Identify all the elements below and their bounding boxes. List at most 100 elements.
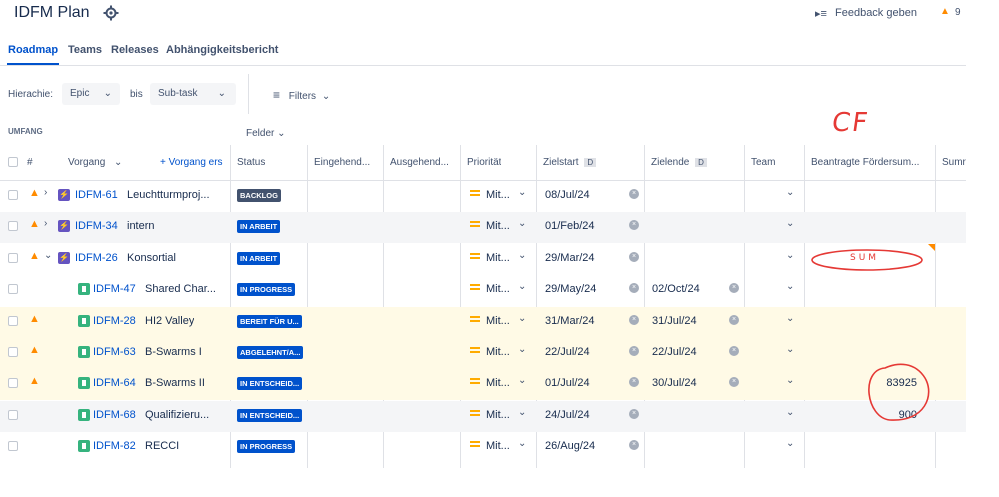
issue-summary[interactable]: B-Swarms I (145, 346, 202, 358)
issue-key[interactable]: IDFM-26 (75, 252, 118, 264)
table-row[interactable]: IDFM-47 Shared Char... IN PROGRESS Mit... ⌄ 2… (0, 275, 966, 306)
status-badge[interactable]: IN ARBEIT (237, 251, 281, 265)
priority-value[interactable]: Mit... (486, 346, 510, 358)
issue-key[interactable]: IDFM-47 (93, 283, 136, 295)
gear-icon[interactable] (103, 5, 119, 21)
priority-value[interactable]: Mit... (486, 283, 510, 295)
target-end-date[interactable]: 31/Jul/24 (652, 315, 697, 327)
col-target-start[interactable]: Zielstart D (543, 157, 597, 168)
chevron-down-icon[interactable]: ⌄ (786, 344, 794, 355)
col-target-end[interactable]: Zielende D (651, 157, 707, 168)
target-start-date[interactable]: 29/Mar/24 (545, 252, 595, 264)
tab-dependency-report[interactable]: Abhängigkeitsbericht (166, 44, 278, 56)
row-checkbox[interactable] (8, 190, 18, 200)
col-team[interactable]: Team (751, 157, 775, 168)
warning-count[interactable]: 9 (955, 7, 961, 18)
funding-value[interactable]: 900 (857, 409, 917, 421)
chevron-down-icon[interactable]: ⌄ (786, 313, 794, 324)
chevron-down-icon[interactable]: ⌄ (518, 313, 526, 324)
target-end-date[interactable]: 30/Jul/24 (652, 377, 697, 389)
priority-value[interactable]: Mit... (486, 315, 510, 327)
priority-value[interactable]: Mit... (486, 377, 510, 389)
chevron-down-icon[interactable]: ⌄ (518, 218, 526, 229)
table-row[interactable]: ▲ ⌄ ⚡ IDFM-26 Konsortial IN ARBEIT Mit... ⌄ 29/M… (0, 243, 966, 275)
target-start-date[interactable]: 29/May/24 (545, 283, 596, 295)
col-priority[interactable]: Priorität (467, 157, 501, 168)
status-badge[interactable]: IN ENTSCHEID... (237, 377, 303, 391)
chevron-down-icon[interactable]: ⌄ (518, 344, 526, 355)
chevron-down-icon[interactable]: ⌄ (786, 438, 794, 449)
chevron-down-icon[interactable]: ⌄ (786, 281, 794, 292)
issue-summary[interactable]: HI2 Valley (145, 315, 194, 327)
chevron-down-icon[interactable]: ⌄ (518, 438, 526, 449)
chevron-right-icon[interactable]: › (44, 187, 47, 198)
issue-key[interactable]: IDFM-63 (93, 346, 136, 358)
chevron-down-icon[interactable]: ⌄ (518, 187, 526, 198)
tab-roadmap[interactable]: Roadmap (8, 44, 58, 56)
clear-icon[interactable]: × (729, 314, 739, 325)
clear-icon[interactable]: × (729, 283, 739, 294)
clear-icon[interactable]: × (629, 314, 639, 325)
issue-summary[interactable]: Shared Char... (145, 283, 216, 295)
issue-summary[interactable]: RECCI (145, 440, 179, 452)
status-badge[interactable]: BEREIT FÜR U... (237, 314, 302, 328)
chevron-down-icon[interactable]: ⌄ (786, 218, 794, 229)
issue-key[interactable]: IDFM-28 (93, 315, 136, 327)
row-checkbox[interactable] (8, 347, 18, 357)
issue-key[interactable]: IDFM-82 (93, 440, 136, 452)
col-funding[interactable]: Beantragte Fördersum... (811, 157, 931, 168)
table-row[interactable]: ▲ IDFM-64 B-Swarms II IN ENTSCHEID... Mit...… (0, 369, 966, 401)
status-badge[interactable]: IN ARBEIT (237, 220, 281, 234)
issue-summary[interactable]: Konsortial (127, 252, 176, 264)
issue-summary[interactable]: B-Swarms II (145, 377, 205, 389)
row-checkbox[interactable] (8, 284, 18, 295)
row-checkbox[interactable] (8, 409, 18, 420)
priority-value[interactable]: Mit... (486, 440, 510, 452)
issue-summary[interactable]: intern (127, 220, 155, 232)
table-row[interactable]: ▲ › ⚡ IDFM-61 Leuchtturmproj... BACKLOG Mit...… (0, 181, 966, 212)
clear-icon[interactable]: × (629, 251, 639, 262)
funding-value[interactable]: 83925 (857, 377, 917, 389)
clear-icon[interactable]: × (629, 283, 639, 294)
chevron-down-icon[interactable]: ⌄ (518, 281, 526, 292)
chevron-down-icon[interactable]: ⌄ (786, 407, 794, 418)
tab-releases[interactable]: Releases (111, 44, 159, 56)
issue-key[interactable]: IDFM-68 (93, 409, 136, 421)
status-badge[interactable]: IN PROGRESS (237, 283, 296, 297)
filters-button[interactable]: ≡ Filters ⌄ (273, 88, 330, 114)
priority-value[interactable]: Mit... (486, 220, 510, 232)
status-badge[interactable]: BACKLOG (237, 189, 281, 202)
tab-teams[interactable]: Teams (68, 44, 102, 56)
status-badge[interactable]: ABGELEHNT/A... (237, 346, 304, 359)
status-badge[interactable]: IN PROGRESS (237, 440, 296, 454)
row-checkbox[interactable] (8, 252, 18, 263)
status-badge[interactable]: IN ENTSCHEID... (237, 408, 303, 422)
clear-icon[interactable]: × (629, 408, 639, 419)
create-issue-button[interactable]: + Vorgang ers (160, 157, 230, 168)
chevron-down-icon[interactable]: ⌄ (786, 250, 794, 261)
clear-icon[interactable]: × (629, 440, 639, 451)
col-outgoing[interactable]: Ausgehend... (390, 157, 456, 168)
priority-value[interactable]: Mit... (486, 252, 510, 264)
target-start-date[interactable]: 31/Mar/24 (545, 315, 595, 327)
chevron-down-icon[interactable]: ⌄ (518, 407, 526, 418)
table-row[interactable]: ▲ IDFM-28 HI2 Valley BEREIT FÜR U... Mit... ⌄… (0, 306, 966, 338)
chevron-down-icon[interactable]: ⌄ (786, 375, 794, 386)
target-start-date[interactable]: 08/Jul/24 (545, 189, 590, 201)
row-checkbox[interactable] (8, 378, 18, 389)
clear-icon[interactable]: × (629, 189, 639, 199)
chevron-right-icon[interactable]: › (44, 218, 47, 229)
clear-icon[interactable]: × (729, 377, 739, 388)
col-incoming[interactable]: Eingehend... (314, 157, 380, 168)
priority-value[interactable]: Mit... (486, 189, 510, 201)
target-start-date[interactable]: 26/Aug/24 (545, 440, 595, 452)
clear-icon[interactable]: × (729, 346, 739, 356)
issue-summary[interactable]: Leuchtturmproj... (127, 189, 210, 201)
issue-summary[interactable]: Qualifizieru... (145, 409, 209, 421)
hierarchy-to-select[interactable]: Sub-task ⌄ (150, 83, 236, 105)
chevron-down-icon[interactable]: ⌄ (786, 187, 794, 198)
chevron-down-icon[interactable]: ⌄ (518, 375, 526, 386)
col-status[interactable]: Status (237, 157, 265, 168)
row-checkbox[interactable] (8, 441, 18, 452)
select-all-checkbox[interactable] (8, 157, 18, 167)
